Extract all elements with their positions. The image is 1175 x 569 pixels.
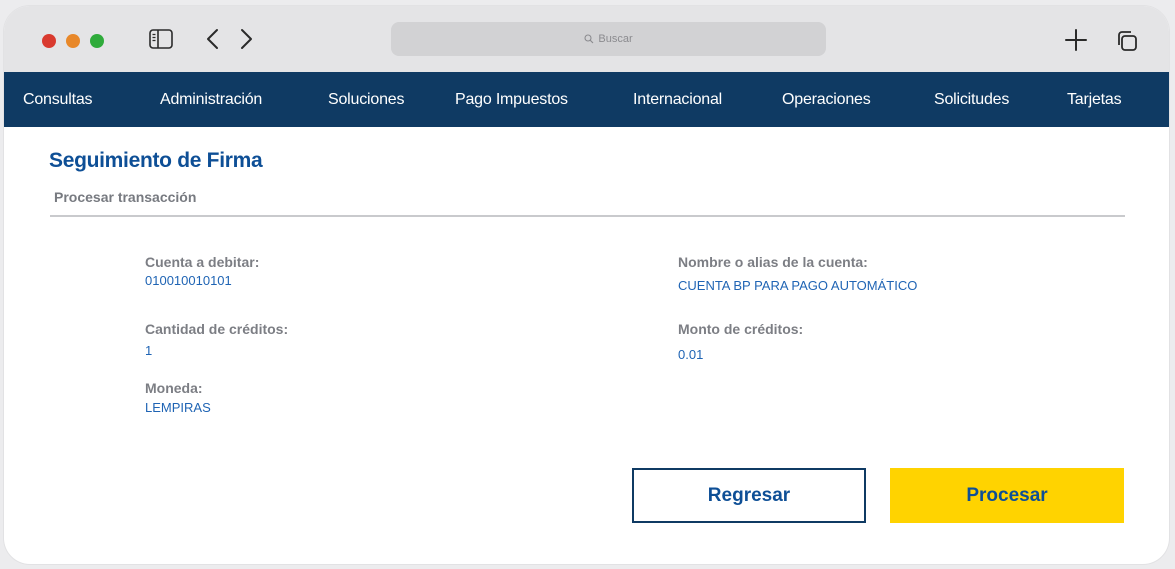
minimize-window-button[interactable] [66, 34, 80, 48]
nav-item-pago-impuestos[interactable]: Pago Impuestos [455, 72, 568, 127]
chevron-left-icon[interactable] [204, 27, 222, 56]
monto-creditos-label: Monto de créditos: [678, 321, 804, 337]
cantidad-creditos-label: Cantidad de créditos: [145, 321, 289, 337]
moneda-label: Moneda: [145, 380, 203, 396]
cuenta-debitar-label: Cuenta a debitar: [145, 254, 260, 270]
browser-title-bar: Buscar [4, 6, 1169, 72]
address-search-bar[interactable]: Buscar [391, 22, 826, 56]
nav-item-operaciones[interactable]: Operaciones [782, 72, 871, 127]
nombre-alias-label: Nombre o alias de la cuenta: [678, 254, 868, 270]
process-button[interactable]: Procesar [890, 468, 1124, 523]
browser-window: Buscar Consultas Administración Solucion… [4, 6, 1169, 564]
nav-item-tarjetas[interactable]: Tarjetas [1067, 72, 1122, 127]
cuenta-debitar-value: 010010010101 [145, 273, 232, 288]
cantidad-creditos-value: 1 [145, 343, 153, 358]
nav-item-administracion[interactable]: Administración [160, 72, 262, 127]
chevron-right-icon[interactable] [237, 27, 255, 56]
nav-item-soluciones[interactable]: Soluciones [328, 72, 404, 127]
close-window-button[interactable] [42, 34, 56, 48]
sidebar-toggle-icon[interactable] [149, 29, 173, 54]
search-placeholder: Buscar [598, 33, 633, 45]
back-button[interactable]: Regresar [632, 468, 866, 523]
maximize-window-button[interactable] [90, 34, 104, 48]
nav-item-consultas[interactable]: Consultas [23, 72, 93, 127]
main-navigation: Consultas Administración Soluciones Pago… [4, 72, 1169, 127]
nav-item-internacional[interactable]: Internacional [633, 72, 722, 127]
monto-creditos-value: 0.01 [678, 347, 704, 362]
nombre-alias-value: CUENTA BP PARA PAGO AUTOMÁTICO [678, 278, 918, 293]
nav-item-solicitudes[interactable]: Solicitudes [934, 72, 1009, 127]
tab-overview-icon[interactable] [1116, 30, 1138, 57]
page-title: Seguimiento de Firma [49, 149, 263, 172]
new-tab-plus-icon[interactable] [1064, 28, 1088, 57]
section-divider [50, 215, 1125, 217]
search-icon [584, 34, 594, 44]
page-subtitle: Procesar transacción [54, 189, 197, 205]
moneda-value: LEMPIRAS [145, 400, 211, 415]
